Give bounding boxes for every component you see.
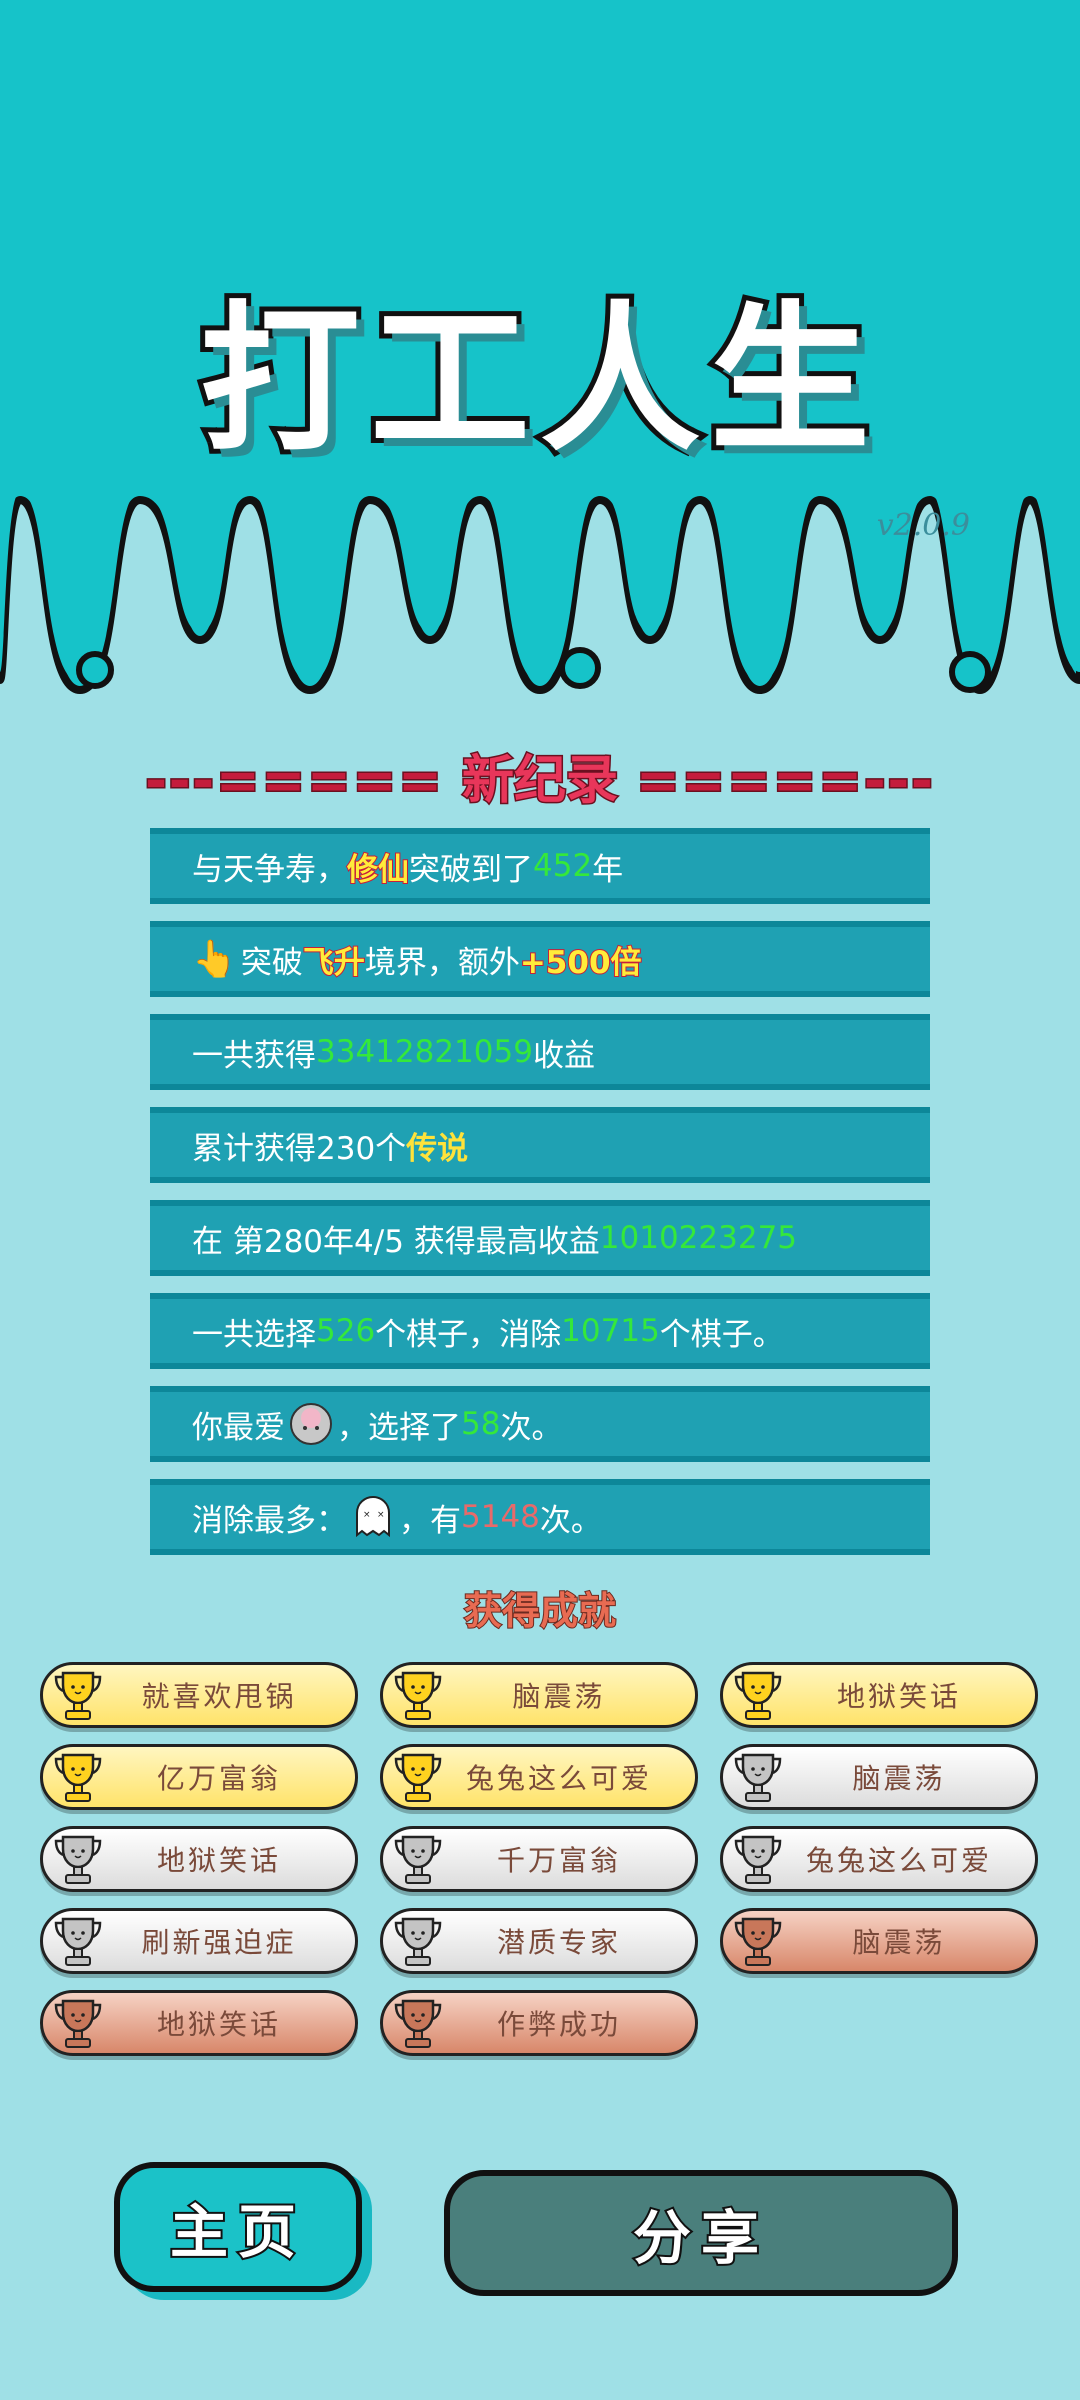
record-highlight: 修仙 <box>346 851 410 889</box>
record-highlight-bonus: +500倍 <box>519 944 643 982</box>
trophy-icon <box>394 1917 442 1966</box>
achievement-label: 脑震荡 <box>852 1762 946 1795</box>
pointing-hand-icon: 👆 <box>192 939 237 980</box>
trophy-icon <box>54 1753 102 1802</box>
achievement-label: 地狱笑话 <box>156 1844 281 1877</box>
record-text: 个棋子。 <box>659 1316 784 1353</box>
trophy-icon <box>394 1835 442 1884</box>
achievement-label: 千万富翁 <box>496 1844 621 1877</box>
trophy-icon <box>394 1671 442 1720</box>
home-button[interactable]: 主页 <box>114 2162 362 2292</box>
record-number: 58 <box>461 1406 501 1442</box>
gray-ball-icon <box>290 1403 332 1445</box>
record-number: 452 <box>533 848 593 884</box>
achievement-badge[interactable]: 千万富翁 <box>380 1826 698 1892</box>
achievement-label: 脑震荡 <box>852 1926 946 1959</box>
svg-text:×: × <box>363 1510 371 1520</box>
achievement-label: 就喜欢甩锅 <box>141 1680 297 1713</box>
trophy-icon <box>394 1999 442 2048</box>
achievement-badge[interactable]: 脑震荡 <box>720 1744 1038 1810</box>
achievement-label: 作弊成功 <box>496 2008 621 2041</box>
record-text: 你最爱 <box>192 1409 285 1446</box>
record-row-favorite: 你最爱 ，选择了 58 次。 <box>150 1386 930 1462</box>
achievement-badge[interactable]: 亿万富翁 <box>40 1744 358 1810</box>
achievement-badge[interactable]: 作弊成功 <box>380 1990 698 2056</box>
share-button[interactable]: 分享 <box>444 2170 958 2296</box>
achievement-badge[interactable]: 脑震荡 <box>720 1908 1038 1974</box>
record-row-cultivation: 与天争寿， 修仙 突破到了 452 年 <box>150 828 930 904</box>
record-text: 突破到了 <box>409 851 533 888</box>
record-text: ，选择了 <box>337 1409 461 1446</box>
record-text: 境界，额外 <box>364 944 520 981</box>
record-text: 一共获得 <box>192 1037 316 1074</box>
achievement-label: 地狱笑话 <box>156 2008 281 2041</box>
record-row-total-income: 一共获得 33412821059 收益 <box>150 1014 930 1090</box>
record-text: 累计获得230个 <box>192 1130 407 1167</box>
achievement-label: 地狱笑话 <box>836 1680 961 1713</box>
record-text: 一共选择 <box>192 1316 316 1353</box>
achievement-label: 潜质专家 <box>496 1926 621 1959</box>
trophy-icon <box>734 1671 782 1720</box>
trophy-icon <box>54 1999 102 2048</box>
achievement-badge[interactable]: 地狱笑话 <box>40 1826 358 1892</box>
app-title: 打工人生 <box>195 281 880 478</box>
trophy-icon <box>734 1753 782 1802</box>
record-text: 次。 <box>539 1502 602 1539</box>
heading-dashes-right: =====--- <box>635 750 935 813</box>
record-text: 与天争寿， <box>192 851 347 888</box>
new-record-title: 新纪录 <box>460 750 619 813</box>
record-text: 收益 <box>532 1037 595 1074</box>
record-list: 与天争寿， 修仙 突破到了 452 年 👆 突破 飞升 境界，额外 +500倍 … <box>150 828 930 1572</box>
record-number: 33412821059 <box>316 1034 533 1070</box>
record-row-legends: 累计获得230个 传说 <box>150 1107 930 1183</box>
achievement-badge[interactable]: 地狱笑话 <box>40 1990 358 2056</box>
record-text: 消除最多： <box>192 1502 347 1539</box>
achievement-badge[interactable]: 兔兔这么可爱 <box>720 1826 1038 1892</box>
ghost-icon: × × <box>356 1495 390 1538</box>
achievement-label: 亿万富翁 <box>156 1762 281 1795</box>
record-row-pieces: 一共选择 526 个棋子，消除 10715 个棋子。 <box>150 1293 930 1369</box>
record-number: 526 <box>316 1313 376 1349</box>
record-text: 个棋子，消除 <box>375 1316 562 1353</box>
record-row-ascension: 👆 突破 飞升 境界，额外 +500倍 <box>150 921 930 997</box>
trophy-icon <box>54 1917 102 1966</box>
record-row-max-income: 在 第280年4/5 获得最高收益 1010223275 <box>150 1200 930 1276</box>
achievement-badge[interactable]: 脑震荡 <box>380 1662 698 1728</box>
achievement-label: 刷新强迫症 <box>141 1926 297 1959</box>
version-label: v2.0.9 <box>876 508 970 543</box>
record-number: 1010223275 <box>599 1220 798 1256</box>
trophy-icon <box>734 1835 782 1884</box>
record-text: 突破 <box>240 944 303 981</box>
achievement-label: 兔兔这么可爱 <box>805 1844 992 1877</box>
trophy-icon <box>54 1671 102 1720</box>
record-legend-label: 传说 <box>406 1130 469 1167</box>
svg-text:×: × <box>377 1510 385 1520</box>
record-text: 年 <box>592 851 624 888</box>
heading-dashes-left: ---===== <box>144 750 444 813</box>
achievement-badge[interactable]: 就喜欢甩锅 <box>40 1662 358 1728</box>
achievement-label: 脑震荡 <box>512 1680 606 1713</box>
trophy-icon <box>54 1835 102 1884</box>
achievement-badge[interactable]: 地狱笑话 <box>720 1662 1038 1728</box>
achievement-label: 兔兔这么可爱 <box>465 1762 652 1795</box>
achievement-badge[interactable]: 刷新强迫症 <box>40 1908 358 1974</box>
achievement-badge[interactable]: 潜质专家 <box>380 1908 698 1974</box>
record-highlight: 飞升 <box>302 944 366 982</box>
achievements-heading: 获得成就 <box>463 1588 617 1634</box>
record-number: 5148 <box>461 1499 540 1535</box>
new-record-heading: ---===== 新纪录 =====--- <box>0 738 1080 813</box>
record-row-most-removed: 消除最多： × × ，有 5148 次。 <box>150 1479 930 1555</box>
trophy-icon <box>734 1917 782 1966</box>
record-text: 次。 <box>500 1409 563 1446</box>
record-text: ，有 <box>399 1502 461 1539</box>
record-text: 在 第280年4/5 获得最高收益 <box>192 1223 600 1260</box>
trophy-icon <box>394 1753 442 1802</box>
record-number: 10715 <box>561 1313 660 1349</box>
achievement-badge[interactable]: 兔兔这么可爱 <box>380 1744 698 1810</box>
